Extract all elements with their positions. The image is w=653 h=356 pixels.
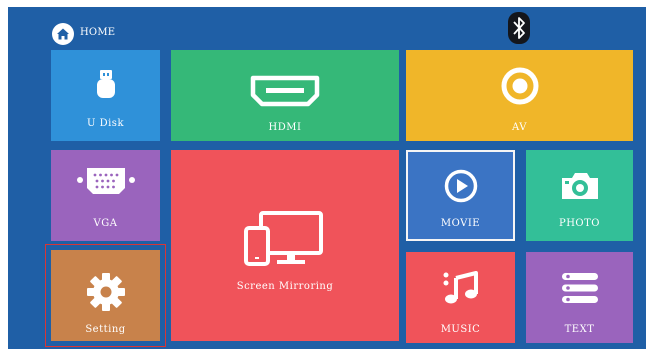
av-icon [501, 67, 539, 105]
av-tile[interactable]: AV [406, 50, 633, 141]
music-label: MUSIC [440, 324, 481, 335]
music-icon [443, 271, 478, 304]
vga-label: VGA [93, 218, 118, 229]
home-label: HOME [80, 27, 116, 38]
hdmi-label: HDMI [268, 122, 302, 133]
screen-mirroring-label: Screen Mirroring [236, 281, 334, 292]
vga-icon [77, 168, 135, 194]
screen-mirroring-tile[interactable]: Screen Mirroring [171, 150, 399, 341]
list-icon [562, 273, 598, 303]
screen-mirroring-icon [244, 211, 323, 266]
music-tile[interactable]: MUSIC [406, 252, 515, 343]
hdmi-icon [250, 75, 320, 107]
udisk-tile[interactable]: U Disk [51, 50, 160, 141]
text-tile[interactable]: TEXT [526, 252, 633, 343]
selection-highlight [45, 244, 166, 347]
home-header[interactable]: HOME [47, 15, 167, 51]
av-label: AV [512, 122, 527, 133]
movie-tile[interactable]: MOVIE [406, 150, 515, 241]
udisk-label: U Disk [86, 118, 124, 129]
camera-icon [562, 173, 598, 199]
usb-icon [97, 70, 115, 98]
vga-tile[interactable]: VGA [51, 150, 160, 241]
home-icon [52, 23, 74, 45]
hdmi-tile[interactable]: HDMI [171, 50, 399, 141]
play-icon [444, 169, 478, 203]
text-label: TEXT [564, 324, 595, 335]
photo-label: PHOTO [558, 218, 600, 229]
bluetooth-icon [508, 12, 530, 44]
photo-tile[interactable]: PHOTO [526, 150, 633, 241]
home-screen: HOME U Disk HDMI AV VGA Screen Mirroring… [8, 7, 646, 349]
movie-label: MOVIE [440, 218, 481, 229]
